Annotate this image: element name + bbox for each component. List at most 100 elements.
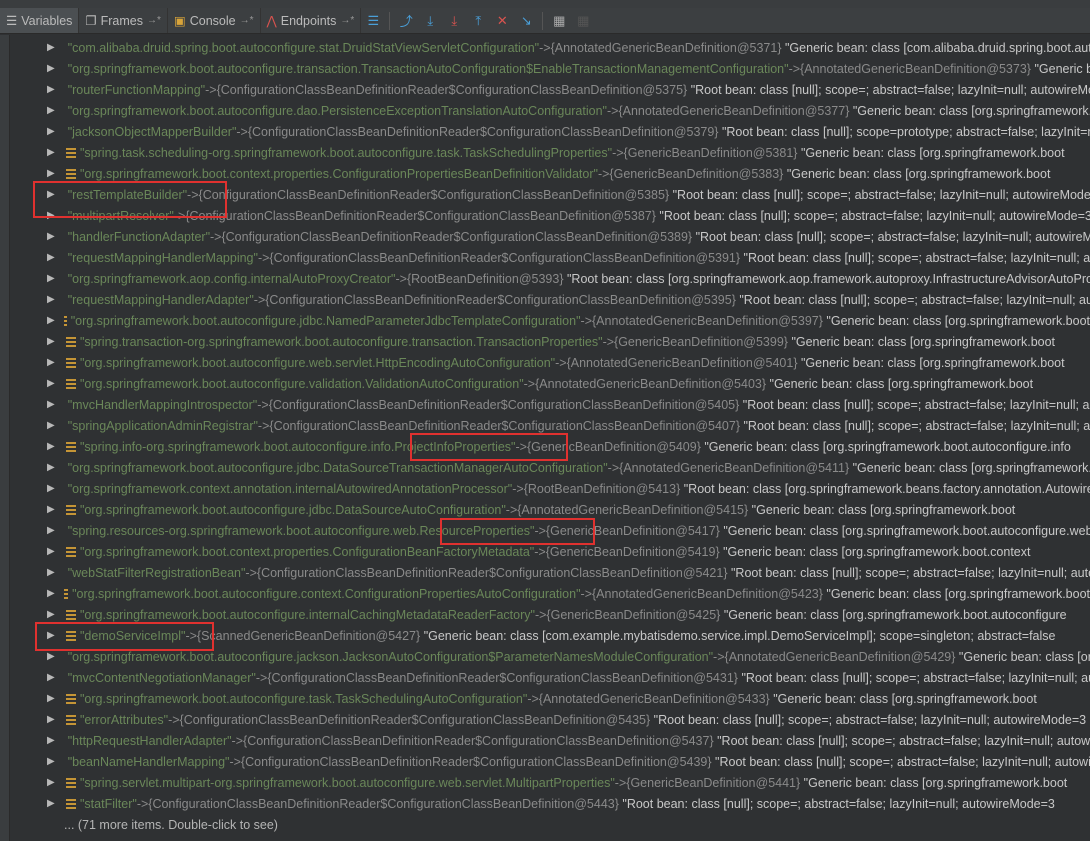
expand-triangle-icon[interactable]: ▶ bbox=[47, 105, 55, 116]
expand-triangle-icon[interactable]: ▶ bbox=[47, 735, 55, 746]
pin-icon[interactable]: →* bbox=[240, 15, 254, 26]
step-over-icon[interactable]: ⤓ bbox=[418, 13, 442, 29]
expand-triangle-icon[interactable]: ▶ bbox=[47, 798, 57, 809]
tree-row[interactable]: ▶ "demoServiceImpl" -> {ScannedGenericBea… bbox=[10, 625, 1090, 646]
tree-row[interactable]: ▶ "statFilter" -> {ConfigurationClassBean… bbox=[10, 793, 1090, 814]
tree-row[interactable]: ▶ "org.springframework.boot.autoconfigure… bbox=[10, 310, 1090, 331]
expand-triangle-icon[interactable]: ▶ bbox=[47, 126, 55, 137]
tree-row[interactable]: ▶ "spring.task.scheduling-org.springframe… bbox=[10, 142, 1090, 163]
pin-icon[interactable]: →* bbox=[147, 15, 161, 26]
entry-value: "Root bean: class [null]; scope=; abstra… bbox=[695, 229, 1090, 244]
tree-row[interactable]: ▶ "httpRequestHandlerAdapter" -> {Configu… bbox=[10, 730, 1090, 751]
expand-triangle-icon[interactable]: ▶ bbox=[47, 567, 55, 578]
expand-triangle-icon[interactable]: ▶ bbox=[47, 189, 55, 200]
tree-row[interactable]: ▶ "errorAttributes" -> {ConfigurationClas… bbox=[10, 709, 1090, 730]
expand-triangle-icon[interactable]: ▶ bbox=[47, 651, 55, 662]
expand-triangle-icon[interactable]: ▶ bbox=[47, 357, 57, 368]
tab-variables[interactable]: ☰ Variables bbox=[0, 8, 80, 33]
expand-triangle-icon[interactable]: ▶ bbox=[47, 315, 55, 326]
entry-arrow: -> bbox=[534, 607, 547, 622]
trace-icon[interactable]: ▦ bbox=[571, 13, 595, 29]
tab-frames[interactable]: ❐ Frames →* bbox=[79, 8, 168, 33]
tree-row[interactable]: ▶ "spring.transaction-org.springframework… bbox=[10, 331, 1090, 352]
expand-triangle-icon[interactable]: ▶ bbox=[47, 399, 55, 410]
tree-row[interactable]: ▶ "mvcContentNegotiationManager" -> {Conf… bbox=[10, 667, 1090, 688]
expand-triangle-icon[interactable]: ▶ bbox=[47, 441, 57, 452]
more-items-label[interactable]: ... (71 more items. Double-click to see) bbox=[64, 818, 278, 832]
expand-triangle-icon[interactable]: ▶ bbox=[47, 252, 55, 263]
restore-layout-icon[interactable]: ☰ bbox=[361, 13, 385, 29]
tree-row[interactable]: ▶ "org.springframework.boot.autoconfigure… bbox=[10, 583, 1090, 604]
tree-row[interactable]: ▶ "org.springframework.boot.autoconfigure… bbox=[10, 646, 1090, 667]
expand-triangle-icon[interactable]: ▶ bbox=[47, 147, 57, 158]
entry-value: "Generic bean: class [org.springframewor… bbox=[723, 607, 1067, 622]
tree-row[interactable]: ▶ "org.springframework.context.annotation… bbox=[10, 478, 1090, 499]
expand-triangle-icon[interactable]: ▶ bbox=[47, 231, 55, 242]
expand-triangle-icon[interactable]: ▶ bbox=[47, 588, 55, 599]
entry-type: {ConfigurationClassBeanDefinitionReader$… bbox=[269, 250, 741, 265]
run-to-cursor-icon[interactable]: ↘ bbox=[514, 13, 538, 29]
tree-row[interactable]: ▶ "spring.info-org.springframework.boot.a… bbox=[10, 436, 1090, 457]
expand-triangle-icon[interactable]: ▶ bbox=[47, 84, 55, 95]
expand-triangle-icon[interactable]: ▶ bbox=[47, 525, 55, 536]
tree-row[interactable]: ▶ "requestMappingHandlerMapping" -> {Conf… bbox=[10, 247, 1090, 268]
tree-row[interactable]: ▶ "handlerFunctionAdapter" -> {Configurat… bbox=[10, 226, 1090, 247]
expand-triangle-icon[interactable]: ▶ bbox=[47, 672, 55, 683]
tree-row[interactable]: ▶ "org.springframework.boot.autoconfigure… bbox=[10, 499, 1090, 520]
step-into-icon[interactable]: ⤓ bbox=[442, 13, 466, 29]
tree-row[interactable]: ▶ "org.springframework.boot.autoconfigure… bbox=[10, 58, 1090, 79]
expand-triangle-icon[interactable]: ▶ bbox=[47, 693, 57, 704]
entry-value: "Generic bean: class [org.springframewor… bbox=[801, 355, 1065, 370]
tree-row[interactable]: ▶ "webStatFilterRegistrationBean" -> {Con… bbox=[10, 562, 1090, 583]
expand-triangle-icon[interactable]: ▶ bbox=[47, 609, 57, 620]
tree-row[interactable]: ▶ "mvcHandlerMappingIntrospector" -> {Con… bbox=[10, 394, 1090, 415]
tree-row[interactable]: ▶ "com.alibaba.druid.spring.boot.autoconf… bbox=[10, 37, 1090, 58]
pin-icon[interactable]: →* bbox=[340, 15, 354, 26]
tree-row[interactable]: ▶ "routerFunctionMapping" -> {Configurati… bbox=[10, 79, 1090, 100]
expand-triangle-icon[interactable]: ▶ bbox=[47, 630, 57, 641]
expand-triangle-icon[interactable]: ▶ bbox=[47, 462, 55, 473]
expand-triangle-icon[interactable]: ▶ bbox=[47, 777, 57, 788]
expand-triangle-icon[interactable]: ▶ bbox=[47, 756, 55, 767]
entry-arrow: -> bbox=[512, 481, 524, 496]
expand-triangle-icon[interactable]: ▶ bbox=[47, 546, 57, 557]
expand-triangle-icon[interactable]: ▶ bbox=[47, 714, 57, 725]
entry-arrow: -> bbox=[173, 208, 186, 223]
tree-row[interactable]: ▶ "jacksonObjectMapperBuilder" -> {Config… bbox=[10, 121, 1090, 142]
expand-triangle-icon[interactable]: ▶ bbox=[47, 336, 57, 347]
tree-row[interactable]: ▶ "org.springframework.boot.autoconfigure… bbox=[10, 373, 1090, 394]
tree-row[interactable]: ▶ "beanNameHandlerMapping" -> {Configurat… bbox=[10, 751, 1090, 772]
expand-triangle-icon[interactable]: ▶ bbox=[47, 378, 57, 389]
tree-row[interactable]: ▶ "spring.servlet.multipart-org.springfra… bbox=[10, 772, 1090, 793]
tab-console[interactable]: ▣ Console →* bbox=[168, 8, 261, 33]
tree-row[interactable]: ▶ "requestMappingHandlerAdapter" -> {Conf… bbox=[10, 289, 1090, 310]
expand-triangle-icon[interactable]: ▶ bbox=[47, 63, 55, 74]
expand-triangle-icon[interactable]: ▶ bbox=[47, 273, 55, 284]
expand-triangle-icon[interactable]: ▶ bbox=[47, 294, 55, 305]
tree-row[interactable]: ▶ "org.springframework.boot.autoconfigure… bbox=[10, 100, 1090, 121]
tree-row[interactable]: ▶ "org.springframework.boot.autoconfigure… bbox=[10, 457, 1090, 478]
expand-triangle-icon[interactable]: ▶ bbox=[47, 42, 55, 53]
expand-triangle-icon[interactable]: ▶ bbox=[47, 210, 55, 221]
tree-row[interactable]: ▶ "org.springframework.boot.context.prope… bbox=[10, 541, 1090, 562]
expand-triangle-icon[interactable]: ▶ bbox=[47, 420, 55, 431]
evaluate-expression-icon[interactable]: ▦ bbox=[547, 13, 571, 29]
tree-row[interactable]: ▶ "org.springframework.boot.autoconfigure… bbox=[10, 352, 1090, 373]
expand-triangle-icon[interactable]: ▶ bbox=[47, 504, 57, 515]
tree-row[interactable]: ▶ "org.springframework.aop.config.interna… bbox=[10, 268, 1090, 289]
tree-row[interactable]: ▶ "spring.resources-org.springframework.b… bbox=[10, 520, 1090, 541]
more-items-row[interactable]: ... (71 more items. Double-click to see) bbox=[10, 814, 1090, 835]
tree-row[interactable]: ▶ "restTemplateBuilder" -> {Configuration… bbox=[10, 184, 1090, 205]
tree-row[interactable]: ▶ "springApplicationAdminRegistrar" -> {C… bbox=[10, 415, 1090, 436]
step-out-icon[interactable]: ⤒ bbox=[466, 13, 490, 29]
map-entry-icon bbox=[66, 714, 76, 725]
tab-endpoints[interactable]: ⋀ Endpoints →* bbox=[261, 8, 362, 33]
tree-row[interactable]: ▶ "org.springframework.boot.autoconfigure… bbox=[10, 604, 1090, 625]
show-execution-point-icon[interactable]: ⤴ bbox=[394, 11, 418, 30]
tree-row[interactable]: ▶ "multipartResolver" -> {ConfigurationCl… bbox=[10, 205, 1090, 226]
tree-row[interactable]: ▶ "org.springframework.boot.autoconfigure… bbox=[10, 688, 1090, 709]
expand-triangle-icon[interactable]: ▶ bbox=[47, 168, 57, 179]
tree-row[interactable]: ▶ "org.springframework.boot.context.prope… bbox=[10, 163, 1090, 184]
expand-triangle-icon[interactable]: ▶ bbox=[47, 483, 55, 494]
drop-frame-icon[interactable]: ✕ bbox=[490, 13, 514, 29]
